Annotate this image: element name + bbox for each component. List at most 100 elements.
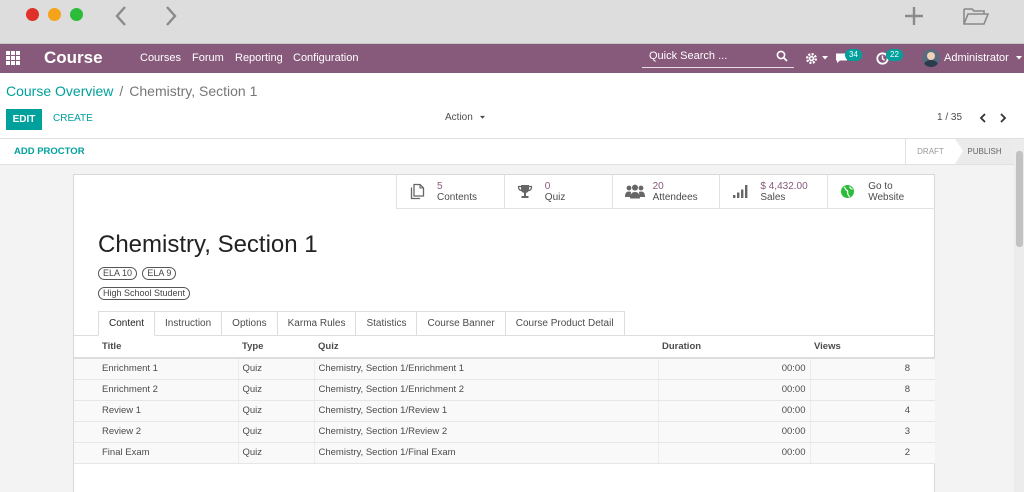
search-input[interactable] bbox=[642, 48, 772, 64]
cell-type: Quiz bbox=[237, 400, 314, 422]
caret-down-icon bbox=[822, 56, 828, 60]
cell-views: 3 bbox=[809, 421, 935, 443]
cell-type: Quiz bbox=[237, 358, 314, 380]
pager-value[interactable]: 1 / 35 bbox=[937, 112, 962, 123]
contents-label: Contents bbox=[437, 191, 478, 203]
menu-courses[interactable]: Courses bbox=[140, 50, 181, 66]
caret-down-icon bbox=[479, 115, 485, 119]
cell-duration: 00:00 bbox=[657, 358, 810, 380]
pager-previous-button[interactable] bbox=[976, 111, 990, 125]
scrollbar-thumb[interactable] bbox=[1016, 151, 1023, 247]
create-button[interactable]: CREATE bbox=[53, 113, 93, 124]
cell-quiz: Chemistry, Section 1/Enrichment 1 bbox=[313, 358, 658, 380]
browser-forward-button[interactable] bbox=[159, 4, 183, 28]
cell-title: Enrichment 1 bbox=[74, 358, 238, 380]
go-to-website-smart-button[interactable]: Go to Website bbox=[827, 175, 935, 208]
search-icon[interactable] bbox=[776, 50, 788, 62]
tab-content[interactable]: Content bbox=[98, 311, 156, 336]
tab-instruction[interactable]: Instruction bbox=[155, 311, 223, 336]
audience-field: High School Student bbox=[98, 285, 192, 300]
tab-statistics[interactable]: Statistics bbox=[356, 311, 418, 336]
pager-next-button[interactable] bbox=[996, 111, 1010, 125]
table-row[interactable]: Review 2 Quiz Chemistry, Section 1/Revie… bbox=[74, 421, 935, 443]
cell-views: 8 bbox=[809, 358, 935, 380]
website-label: Website bbox=[868, 191, 905, 203]
caret-down-icon bbox=[1015, 56, 1022, 60]
page-scrollbar[interactable] bbox=[1014, 139, 1024, 492]
cell-quiz: Chemistry, Section 1/Final Exam bbox=[313, 442, 658, 464]
quiz-label: Quiz bbox=[544, 191, 566, 203]
control-panel: Course Overview / Chemistry, Section 1 EDI… bbox=[0, 73, 1024, 139]
table-header-row: Title Type Quiz Duration Views bbox=[74, 336, 935, 359]
menu-forum[interactable]: Forum bbox=[192, 50, 224, 66]
tab-course-banner[interactable]: Course Banner bbox=[417, 311, 506, 336]
sales-amount: $ 4,432.00 bbox=[760, 180, 808, 192]
notebook-tabs: Content Instruction Options Karma Rules … bbox=[98, 311, 625, 336]
messages-button[interactable]: 34 bbox=[835, 49, 862, 67]
menu-configuration[interactable]: Configuration bbox=[293, 50, 358, 66]
form-sheet: 5 Contents 0 Quiz 20 Attendees $ 4,432.0… bbox=[73, 174, 935, 492]
attendees-smart-button[interactable]: 20 Attendees bbox=[611, 175, 720, 208]
contents-smart-button[interactable]: 5 Contents bbox=[396, 175, 504, 208]
table-row[interactable]: Enrichment 2 Quiz Chemistry, Section 1/E… bbox=[74, 379, 935, 401]
maximize-window-button[interactable] bbox=[70, 8, 83, 21]
edit-button[interactable]: EDIT bbox=[6, 109, 42, 130]
content-table: Title Type Quiz Duration Views Enrichmen… bbox=[74, 336, 935, 464]
column-duration[interactable]: Duration bbox=[658, 336, 810, 359]
cell-views: 8 bbox=[809, 379, 935, 401]
apps-grid-icon[interactable] bbox=[6, 51, 20, 65]
contents-count: 5 bbox=[437, 180, 443, 192]
cell-quiz: Chemistry, Section 1/Review 1 bbox=[313, 400, 658, 422]
user-menu[interactable]: Administrator bbox=[922, 48, 1023, 68]
cell-duration: 00:00 bbox=[657, 400, 810, 422]
browser-back-button[interactable] bbox=[109, 4, 133, 28]
breadcrumb-current: Chemistry, Section 1 bbox=[129, 83, 258, 99]
form-statusbar: ADD PROCTOR DRAFT PUBLISH bbox=[0, 139, 1014, 165]
column-views[interactable]: Views bbox=[810, 336, 935, 359]
close-window-button[interactable] bbox=[26, 8, 39, 21]
tag-ela-9: ELA 9 bbox=[142, 267, 177, 280]
tab-course-product-detail[interactable]: Course Product Detail bbox=[505, 311, 625, 336]
column-quiz[interactable]: Quiz bbox=[314, 336, 658, 359]
browser-chrome bbox=[0, 0, 1024, 44]
stage-publish[interactable]: PUBLISH bbox=[955, 139, 1014, 164]
gear-icon bbox=[806, 52, 817, 64]
trophy-icon bbox=[517, 185, 532, 198]
tags-field: ELA 10 ELA 9 bbox=[98, 265, 178, 280]
cell-title: Review 2 bbox=[74, 421, 238, 443]
stage-draft[interactable]: DRAFT bbox=[905, 139, 955, 164]
add-proctor-button[interactable]: ADD PROCTOR bbox=[14, 146, 85, 157]
app-brand[interactable]: Course bbox=[44, 47, 103, 69]
sales-smart-button[interactable]: $ 4,432.00 Sales bbox=[719, 175, 827, 208]
table-row[interactable]: Final Exam Quiz Chemistry, Section 1/Fin… bbox=[74, 442, 935, 464]
tab-options[interactable]: Options bbox=[222, 311, 278, 336]
new-tab-button[interactable] bbox=[902, 4, 926, 28]
action-dropdown[interactable]: Action bbox=[445, 112, 486, 123]
cell-title: Enrichment 2 bbox=[74, 379, 238, 401]
breadcrumb-course-overview[interactable]: Course Overview bbox=[6, 83, 113, 99]
column-title[interactable]: Title bbox=[74, 336, 238, 359]
attendees-count: 20 bbox=[652, 180, 664, 192]
open-folder-button[interactable] bbox=[962, 4, 990, 28]
menu-reporting[interactable]: Reporting bbox=[235, 50, 283, 66]
cell-views: 4 bbox=[809, 400, 935, 422]
minimize-window-button[interactable] bbox=[48, 8, 61, 21]
tab-karma-rules[interactable]: Karma Rules bbox=[277, 311, 357, 336]
bar-chart-icon bbox=[733, 185, 748, 198]
table-row[interactable]: Enrichment 1 Quiz Chemistry, Section 1/E… bbox=[74, 358, 935, 380]
breadcrumb-separator: / bbox=[119, 83, 124, 99]
activities-button[interactable]: 22 bbox=[876, 49, 903, 67]
tag-high-school-student: High School Student bbox=[98, 287, 191, 300]
go-to-label: Go to bbox=[868, 180, 893, 192]
table-row[interactable]: Review 1 Quiz Chemistry, Section 1/Revie… bbox=[74, 400, 935, 422]
users-icon bbox=[624, 184, 645, 199]
attendees-label: Attendees bbox=[652, 191, 698, 203]
column-type[interactable]: Type bbox=[238, 336, 314, 359]
documents-icon bbox=[410, 183, 425, 200]
settings-dropdown[interactable] bbox=[805, 49, 829, 67]
quick-search bbox=[642, 48, 794, 68]
cell-quiz: Chemistry, Section 1/Enrichment 2 bbox=[313, 379, 658, 401]
quiz-smart-button[interactable]: 0 Quiz bbox=[503, 175, 612, 208]
cell-title: Review 1 bbox=[74, 400, 238, 422]
cell-quiz: Chemistry, Section 1/Review 2 bbox=[313, 421, 658, 443]
